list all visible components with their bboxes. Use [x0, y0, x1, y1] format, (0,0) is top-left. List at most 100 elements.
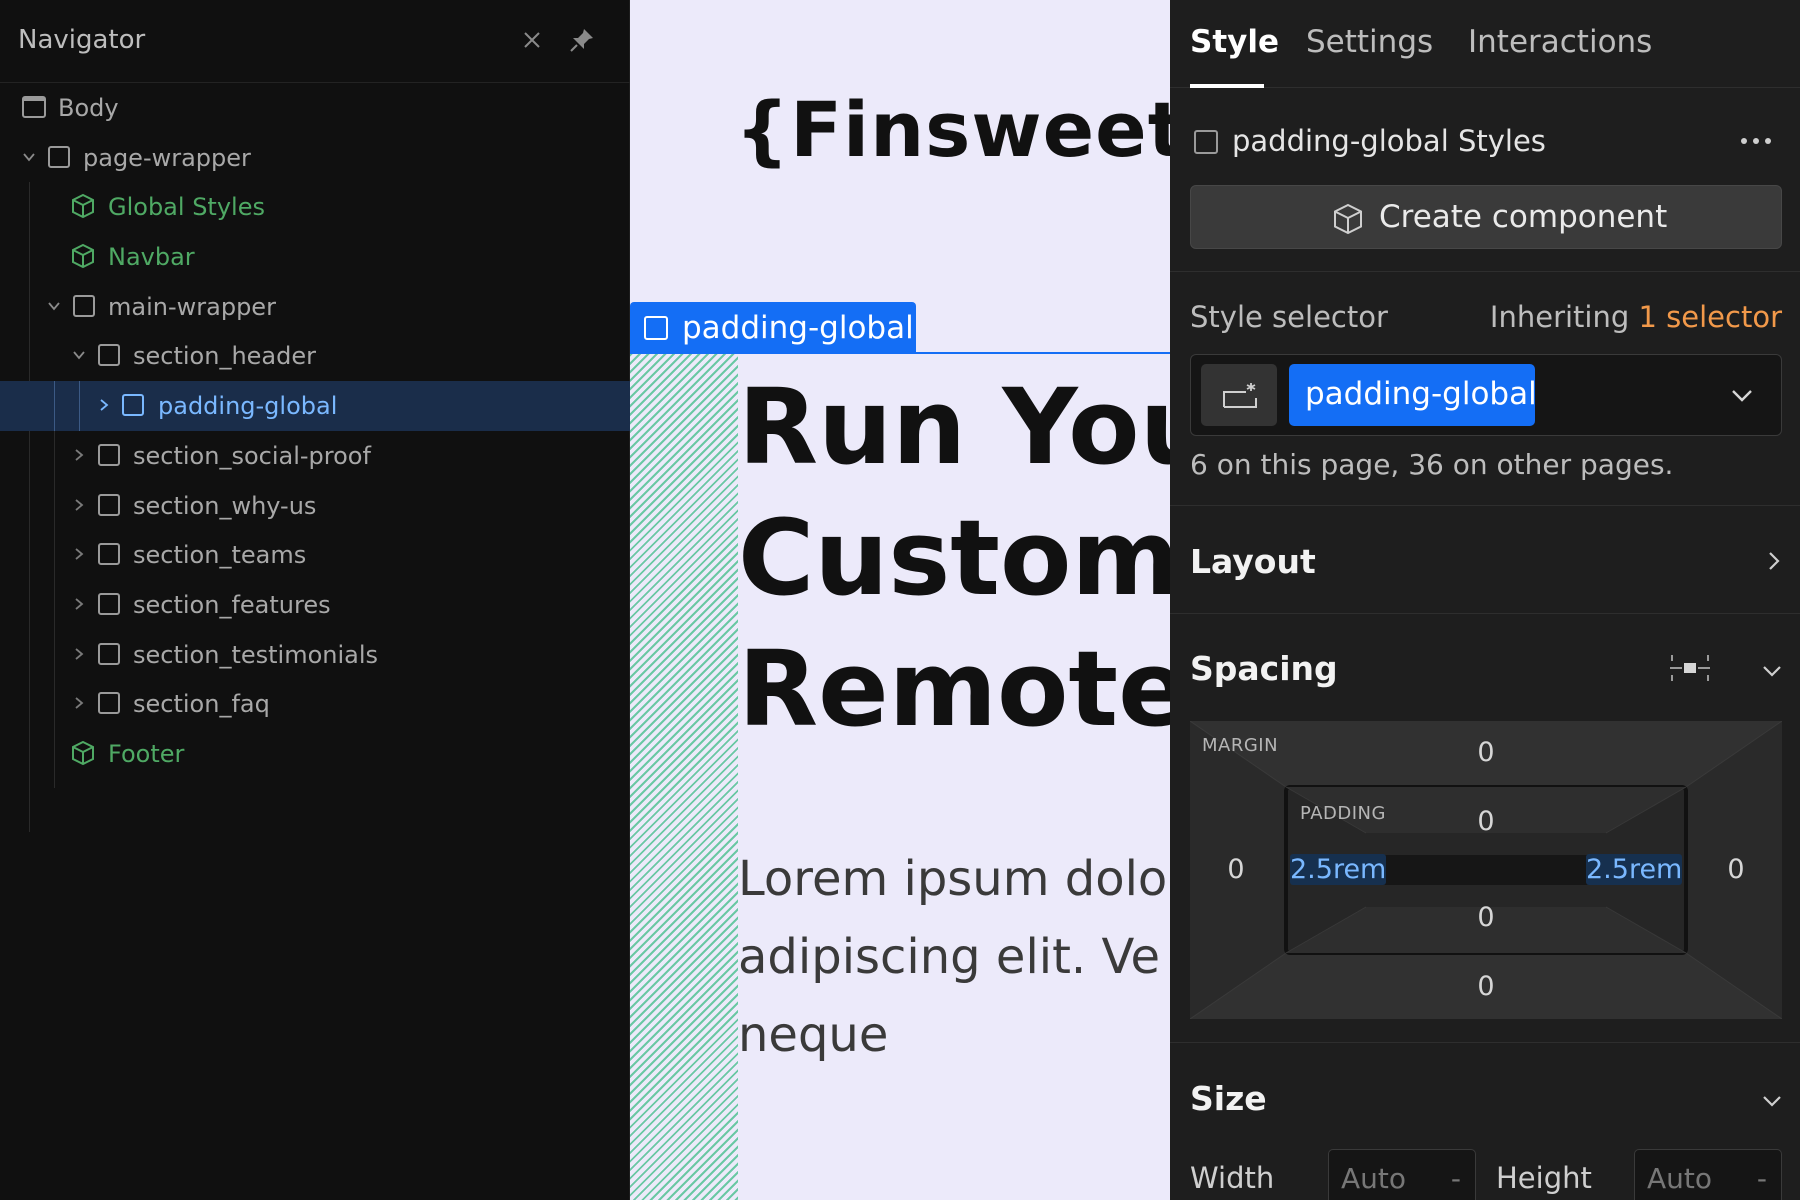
hero-heading[interactable]: Run You Custom Remote	[738, 362, 1170, 755]
class-header: padding-global Styles Create component	[1170, 88, 1800, 272]
tree-item-label: section_why-us	[133, 491, 317, 520]
margin-top-value[interactable]: 0	[1446, 737, 1526, 768]
chevron-right-icon[interactable]	[72, 647, 86, 661]
chevron-right-icon[interactable]	[72, 696, 86, 710]
chevron-right-icon[interactable]	[72, 448, 86, 462]
size-section: Size Width Auto - Height Auto -	[1170, 1043, 1800, 1200]
tree-item-section-why-us[interactable]: section_why-us	[0, 481, 630, 531]
tree-item-padding-global[interactable]: padding-global	[0, 381, 630, 431]
tree-item-global-styles[interactable]: Global Styles	[0, 182, 630, 232]
element-icon	[98, 642, 120, 665]
hero-paragraph-line: adipiscing elit. Ve	[738, 929, 1161, 985]
tab-interactions[interactable]: Interactions	[1468, 24, 1652, 60]
tree-item-label: page-wrapper	[83, 143, 251, 172]
class-selector-label: padding-global	[1305, 376, 1537, 412]
element-icon	[644, 316, 668, 340]
hero-heading-line: Remote	[738, 628, 1170, 750]
tree-guide	[54, 381, 55, 431]
pin-icon[interactable]	[568, 26, 596, 54]
width-input[interactable]: Auto -	[1328, 1149, 1476, 1200]
component-icon	[1334, 203, 1362, 235]
tree-item-section-features[interactable]: section_features	[0, 580, 630, 630]
chevron-down-icon[interactable]	[47, 299, 61, 313]
style-selector-label: Style selector	[1190, 300, 1388, 334]
chevron-right-icon[interactable]	[1762, 549, 1786, 573]
margin-bottom-value[interactable]: 0	[1446, 971, 1526, 1002]
style-selector-field[interactable]: padding-global	[1190, 354, 1782, 436]
tab-settings[interactable]: Settings	[1306, 24, 1433, 60]
margin-left-value[interactable]: 0	[1196, 854, 1276, 885]
padding-right-value[interactable]: 2.5rem	[1586, 854, 1682, 885]
padding-top-value[interactable]: 0	[1446, 806, 1526, 837]
more-options-icon[interactable]	[1736, 136, 1776, 146]
margin-label: MARGIN	[1202, 735, 1279, 756]
width-label: Width	[1190, 1161, 1275, 1195]
chevron-right-icon[interactable]	[97, 398, 111, 412]
chevron-down-icon[interactable]	[1760, 1089, 1784, 1113]
navigator-title: Navigator	[18, 25, 146, 55]
chevron-down-icon[interactable]	[22, 150, 36, 164]
tree-item-page-wrapper[interactable]: page-wrapper	[0, 133, 630, 183]
panel-tabs: Style Settings Interactions	[1170, 0, 1800, 88]
spacing-section: Spacing MARGIN PADDING 0 0 0 0 0 0 2.5re…	[1170, 615, 1800, 1043]
padding-bottom-value[interactable]: 0	[1446, 902, 1526, 933]
height-label: Height	[1496, 1161, 1592, 1195]
chevron-right-icon[interactable]	[72, 498, 86, 512]
layout-section-header[interactable]: Layout	[1170, 506, 1800, 614]
tree-item-section-faq[interactable]: section_faq	[0, 679, 630, 729]
component-icon	[72, 194, 94, 219]
inheriting-prefix: Inheriting	[1489, 300, 1630, 334]
chevron-right-icon[interactable]	[72, 547, 86, 561]
tree-item-main-wrapper[interactable]: main-wrapper	[0, 282, 630, 332]
element-icon	[73, 294, 95, 317]
chevron-right-icon[interactable]	[72, 597, 86, 611]
element-icon	[48, 145, 70, 168]
height-input[interactable]: Auto -	[1634, 1149, 1782, 1200]
chevron-down-icon[interactable]	[1729, 383, 1755, 409]
create-component-label: Create component	[1379, 199, 1668, 235]
padding-label: PADDING	[1300, 803, 1386, 824]
element-icon	[98, 692, 120, 715]
inheriting-count[interactable]: 1 selector	[1639, 300, 1783, 334]
tree-item-section-social-proof[interactable]: section_social-proof	[0, 431, 630, 481]
state-icon	[1223, 383, 1257, 408]
design-canvas[interactable]: {Finsweet padding-global Run You Custom …	[630, 0, 1170, 1200]
tree-item-section-teams[interactable]: section_teams	[0, 530, 630, 580]
selected-element-label: padding-global	[682, 310, 914, 346]
component-icon	[72, 740, 94, 766]
height-unit[interactable]: -	[1757, 1162, 1767, 1195]
tree-item-section-testimonials[interactable]: section_testimonials	[0, 630, 630, 680]
size-title: Size	[1190, 1079, 1267, 1118]
element-icon	[98, 493, 120, 516]
create-component-button[interactable]: Create component	[1190, 185, 1782, 249]
width-unit[interactable]: -	[1451, 1162, 1461, 1195]
tree-item-body[interactable]: Body	[0, 83, 630, 133]
tree-item-label: Footer	[108, 739, 185, 768]
selected-element-tag[interactable]: padding-global	[630, 302, 916, 353]
box-model-editor: MARGIN PADDING 0 0 0 0 0 0 2.5rem 2.5rem	[1190, 721, 1782, 1019]
hero-heading-line: Custom	[738, 497, 1170, 619]
margin-right-value[interactable]: 0	[1696, 854, 1776, 885]
chevron-down-icon[interactable]	[1760, 659, 1784, 683]
close-icon[interactable]	[518, 26, 546, 54]
inheriting-info[interactable]: Inheriting 1 selector	[1490, 300, 1782, 334]
tree-item-navbar[interactable]: Navbar	[0, 232, 630, 282]
tree-item-footer[interactable]: Footer	[0, 729, 630, 779]
tree-item-label: section_social-proof	[133, 441, 371, 470]
style-selector-section: Style selector Inheriting 1 selector pad…	[1170, 272, 1800, 506]
tab-style[interactable]: Style	[1190, 24, 1279, 60]
hero-paragraph[interactable]: Lorem ipsum dolo adipiscing elit. Ve neq…	[738, 840, 1167, 1074]
tree-guide	[79, 381, 80, 431]
spacing-mode-icon[interactable]	[1668, 651, 1712, 685]
tree-item-label: main-wrapper	[108, 292, 276, 321]
tree-item-label: Global Styles	[108, 193, 265, 222]
hero-heading-line: Run You	[738, 366, 1170, 488]
element-icon	[98, 344, 120, 367]
state-selector-button[interactable]	[1201, 364, 1277, 426]
class-selector-pill[interactable]: padding-global	[1289, 364, 1537, 426]
padding-left-value[interactable]: 2.5rem	[1290, 854, 1386, 885]
chevron-down-icon[interactable]	[72, 348, 86, 362]
tree-item-section-header[interactable]: section_header	[0, 331, 630, 381]
width-value: Auto	[1341, 1162, 1407, 1195]
selector-usage-text: 6 on this page, 36 on other pages.	[1190, 448, 1674, 481]
